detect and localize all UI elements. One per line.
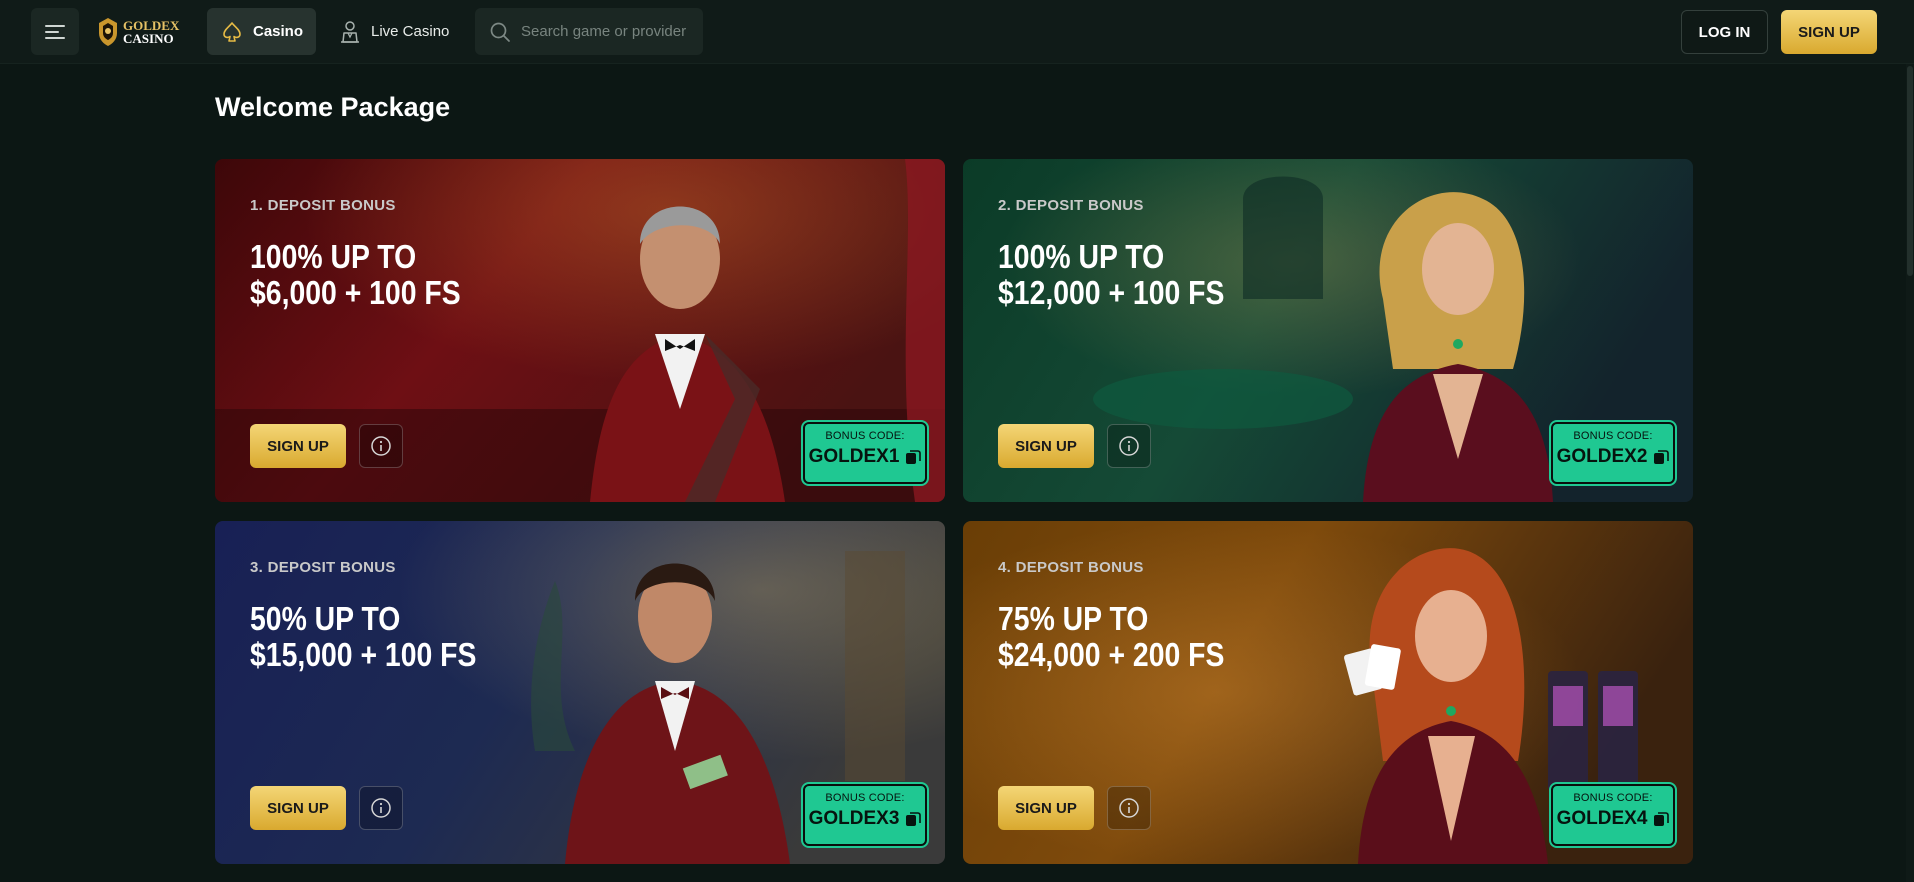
hamburger-menu-icon bbox=[45, 24, 65, 39]
spade-icon bbox=[223, 21, 241, 42]
bonus-2-headline-line1: 100% UP TO bbox=[998, 238, 1165, 275]
bonus-3-code-box[interactable]: BONUS CODE: GOLDEX3 bbox=[803, 784, 927, 846]
search-input[interactable] bbox=[521, 23, 691, 40]
bonus-4-headline-line2: $24,000 + 200 FS bbox=[998, 636, 1225, 673]
nav-casino-label: Casino bbox=[253, 23, 304, 40]
nav-live-casino[interactable]: Live Casino bbox=[331, 8, 471, 55]
search-icon bbox=[490, 22, 510, 42]
bonus-1-signup-button[interactable]: SIGN UP bbox=[250, 424, 346, 468]
search-bar[interactable] bbox=[475, 8, 703, 55]
bonus-card-1: 1. DEPOSIT BONUS 100% UP TO $6,000 + 100… bbox=[215, 159, 945, 502]
bonus-3-signup-button[interactable]: SIGN UP bbox=[250, 786, 346, 830]
bonus-3-headline-line1: 50% UP TO bbox=[250, 600, 401, 637]
bonus-1-code-value: GOLDEX1 bbox=[808, 446, 900, 467]
login-button[interactable]: LOG IN bbox=[1681, 10, 1768, 54]
nav-casino[interactable]: Casino bbox=[207, 8, 316, 55]
bonus-2-code-box[interactable]: BONUS CODE: GOLDEX2 bbox=[1551, 422, 1675, 484]
bonus-3-code-label: BONUS CODE: bbox=[825, 792, 905, 804]
copy-icon[interactable] bbox=[905, 811, 922, 827]
bonus-3-headline-line2: $15,000 + 100 FS bbox=[250, 636, 477, 673]
signup-button[interactable]: SIGN UP bbox=[1781, 10, 1877, 54]
bonus-2-info-button[interactable] bbox=[1107, 424, 1151, 468]
bonus-4-headline: 75% UP TO $24,000 + 200 FS bbox=[998, 601, 1224, 673]
page-title: Welcome Package bbox=[215, 92, 451, 122]
bonus-2-code-label: BONUS CODE: bbox=[1573, 430, 1653, 442]
bonus-2-label: 2. DEPOSIT BONUS bbox=[998, 197, 1144, 214]
bonus-1-headline-line1: 100% UP TO bbox=[250, 238, 417, 275]
bonus-4-code-label: BONUS CODE: bbox=[1573, 792, 1653, 804]
bonus-4-label: 4. DEPOSIT BONUS bbox=[998, 559, 1144, 576]
info-icon bbox=[371, 436, 391, 456]
copy-icon[interactable] bbox=[1653, 449, 1670, 465]
bonus-4-headline-line1: 75% UP TO bbox=[998, 600, 1149, 637]
lion-logo-icon bbox=[99, 18, 117, 46]
bonus-1-label: 1. DEPOSIT BONUS bbox=[250, 197, 396, 214]
logo-line-2: CASINO bbox=[123, 31, 174, 46]
info-icon bbox=[1119, 436, 1139, 456]
bonus-4-code-value: GOLDEX4 bbox=[1556, 808, 1648, 829]
menu-button[interactable] bbox=[31, 8, 79, 55]
bonus-4-code-box[interactable]: BONUS CODE: GOLDEX4 bbox=[1551, 784, 1675, 846]
bonus-4-info-button[interactable] bbox=[1107, 786, 1151, 830]
copy-icon[interactable] bbox=[905, 449, 922, 465]
bonus-3-code-value: GOLDEX3 bbox=[808, 808, 900, 829]
bonus-2-signup-button[interactable]: SIGN UP bbox=[998, 424, 1094, 468]
bonus-3-label: 3. DEPOSIT BONUS bbox=[250, 559, 396, 576]
bonus-card-3: 3. DEPOSIT BONUS 50% UP TO $15,000 + 100… bbox=[215, 521, 945, 864]
copy-icon[interactable] bbox=[1653, 811, 1670, 827]
bonus-3-headline: 50% UP TO $15,000 + 100 FS bbox=[250, 601, 476, 673]
bonus-1-headline: 100% UP TO $6,000 + 100 FS bbox=[250, 239, 461, 311]
top-header: GOLDEX CASINO Casino Live Casino LOG IN … bbox=[0, 0, 1914, 64]
scrollbar-thumb[interactable] bbox=[1907, 66, 1913, 276]
nav-live-casino-label: Live Casino bbox=[371, 23, 450, 40]
bonus-card-4: 4. DEPOSIT BONUS 75% UP TO $24,000 + 200… bbox=[963, 521, 1693, 864]
logo-text: GOLDEX CASINO bbox=[123, 19, 179, 45]
bonus-2-headline-line2: $12,000 + 100 FS bbox=[998, 274, 1225, 311]
bonus-2-headline: 100% UP TO $12,000 + 100 FS bbox=[998, 239, 1224, 311]
info-icon bbox=[371, 798, 391, 818]
info-icon bbox=[1119, 798, 1139, 818]
bonus-1-info-button[interactable] bbox=[359, 424, 403, 468]
bonus-1-code-box[interactable]: BONUS CODE: GOLDEX1 bbox=[803, 422, 927, 484]
bonus-1-code-label: BONUS CODE: bbox=[825, 430, 905, 442]
bonus-1-headline-line2: $6,000 + 100 FS bbox=[250, 274, 461, 311]
logo[interactable]: GOLDEX CASINO bbox=[97, 16, 181, 48]
bonus-card-2: 2. DEPOSIT BONUS 100% UP TO $12,000 + 10… bbox=[963, 159, 1693, 502]
dealer-icon bbox=[341, 20, 359, 43]
bonus-2-code-value: GOLDEX2 bbox=[1556, 446, 1648, 467]
bonus-4-signup-button[interactable]: SIGN UP bbox=[998, 786, 1094, 830]
bonus-3-info-button[interactable] bbox=[359, 786, 403, 830]
